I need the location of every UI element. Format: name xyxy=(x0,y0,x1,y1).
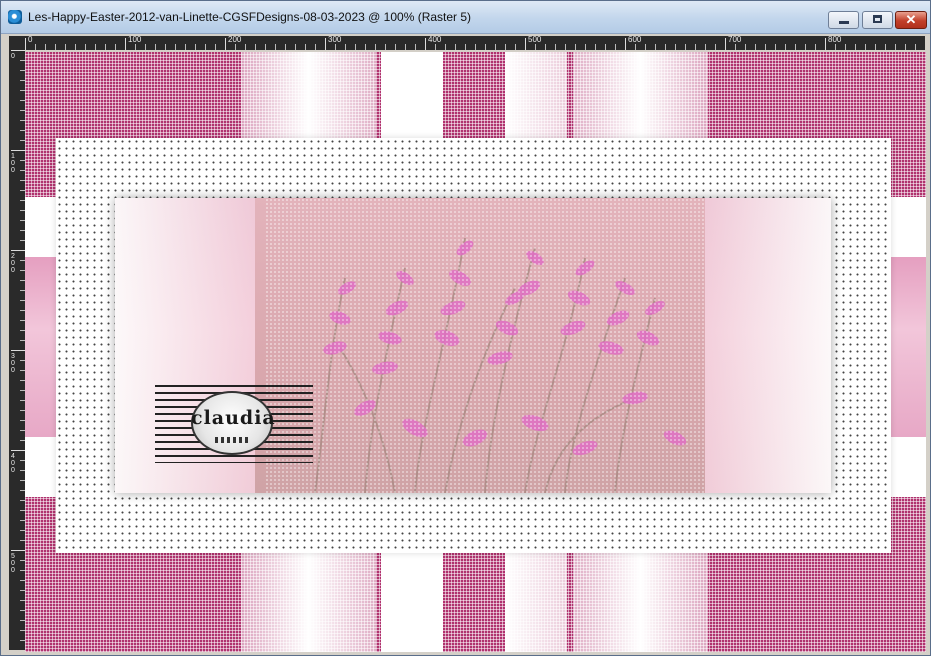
ruler-label-700: 700 xyxy=(728,36,742,44)
minimize-button[interactable] xyxy=(828,11,859,29)
title-bar[interactable]: Les-Happy-Easter-2012-van-Linette-CGSFDe… xyxy=(1,1,930,34)
ruler-label-300: 300 xyxy=(11,353,15,374)
ruler-corner xyxy=(9,36,25,50)
watermark-dots xyxy=(215,437,249,443)
app-icon xyxy=(8,10,22,24)
ruler-label-800: 800 xyxy=(828,36,842,44)
ruler-label-100: 100 xyxy=(11,153,15,174)
watermark-text: claudia xyxy=(191,407,276,429)
horizontal-ruler[interactable]: 0 100 200 300 400 500 600 700 800 xyxy=(25,36,925,50)
close-icon: ✕ xyxy=(905,12,917,27)
ruler-label-300: 300 xyxy=(328,36,342,44)
ruler-label-400: 400 xyxy=(428,36,442,44)
dither-overlay xyxy=(265,198,705,493)
ruler-label-0: 0 xyxy=(28,36,33,44)
ruler-major-ticks xyxy=(25,38,925,50)
maximize-button[interactable] xyxy=(862,11,893,29)
image-canvas[interactable]: claudia xyxy=(25,52,926,652)
ruler-label-200: 200 xyxy=(228,36,242,44)
ruler-label-100: 100 xyxy=(128,36,142,44)
claudia-watermark: claudia xyxy=(155,385,313,463)
ruler-label-200: 200 xyxy=(11,253,15,274)
ruler-label-600: 600 xyxy=(628,36,642,44)
image-document-window: Les-Happy-Easter-2012-van-Linette-CGSFDe… xyxy=(0,0,931,656)
close-button[interactable]: ✕ xyxy=(895,11,927,29)
ruler-label-500: 500 xyxy=(528,36,542,44)
minimize-icon xyxy=(839,21,849,24)
vertical-ruler[interactable]: 0 100 200 300 400 500 xyxy=(9,50,25,650)
ruler-label-0: 0 xyxy=(11,53,15,60)
ruler-label-400: 400 xyxy=(11,453,15,474)
ruler-label-500: 500 xyxy=(11,553,15,574)
maximize-icon xyxy=(873,15,882,23)
window-title: Les-Happy-Easter-2012-van-Linette-CGSFDe… xyxy=(28,10,472,24)
